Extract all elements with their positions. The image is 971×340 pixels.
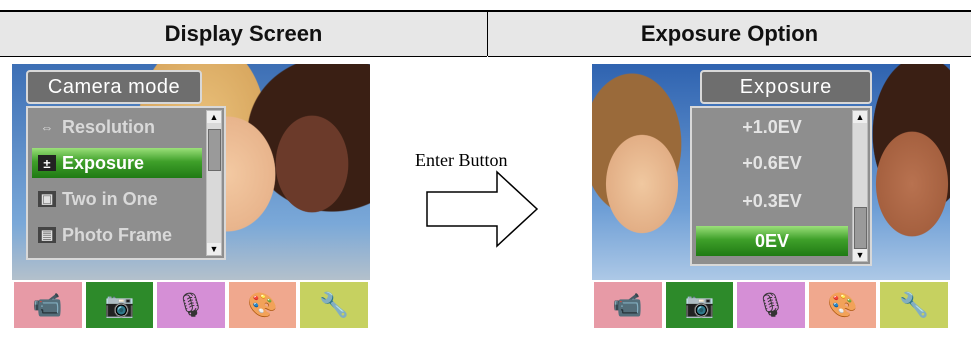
- menu-title-text: Camera mode: [47, 75, 181, 98]
- header-display-screen: Display Screen: [0, 10, 487, 57]
- scroll-down-icon[interactable]: ▼: [207, 243, 221, 255]
- mode-tile-voice[interactable]: 🎙: [155, 280, 227, 330]
- mode-tile-camera[interactable]: 📷: [663, 280, 736, 330]
- mode-tile-setup[interactable]: 🔧: [298, 280, 370, 330]
- menu-title: Camera mode: [26, 70, 202, 104]
- menu-item-label: Photo Frame: [62, 224, 173, 245]
- exposure-option[interactable]: +0.6EV: [696, 148, 848, 178]
- display-screen: Camera mode ⇔ Resolution ± Exposure ▣ Tw…: [12, 64, 370, 330]
- mode-icon-bar: 📹 📷 🎙 🎨 🔧: [592, 280, 950, 330]
- mode-tile-voice[interactable]: 🎙: [735, 280, 807, 330]
- photo-frame-icon: ▤: [38, 227, 56, 243]
- exposure-option[interactable]: +0.3EV: [696, 186, 848, 216]
- camera-icon: 📷: [104, 291, 135, 319]
- mode-tile-effect[interactable]: 🎨: [806, 280, 879, 330]
- menu-item-label: Resolution: [62, 116, 155, 137]
- camera-mode-menu: ⇔ Resolution ± Exposure ▣ Two in One ▤ P…: [26, 106, 226, 260]
- exposure-title-text: Exposure: [739, 75, 833, 98]
- resolution-icon: ⇔: [40, 119, 54, 135]
- exposure-options-list: +1.0EV +0.6EV +0.3EV 0EV ▲ ▼: [690, 106, 872, 266]
- menu-scrollbar[interactable]: ▲ ▼: [206, 110, 222, 256]
- palette-icon: 🎨: [247, 291, 278, 319]
- header-exposure-option: Exposure Option: [488, 10, 971, 57]
- menu-item-resolution[interactable]: ⇔ Resolution: [32, 112, 202, 142]
- mode-tile-setup[interactable]: 🔧: [878, 280, 950, 330]
- microphone-icon: 🎙: [175, 291, 207, 319]
- exposure-scrollbar[interactable]: ▲ ▼: [852, 110, 868, 262]
- exposure-icon: ±: [38, 155, 56, 171]
- exposure-title: Exposure: [700, 70, 872, 104]
- header-right-title: Exposure Option: [640, 21, 819, 46]
- right-arrow-icon: [426, 170, 539, 248]
- exposure-option-label: +1.0EV: [742, 116, 802, 137]
- scrollbar-thumb[interactable]: [854, 207, 867, 249]
- header-left-title: Display Screen: [164, 21, 323, 46]
- palette-icon: 🎨: [827, 291, 858, 319]
- scrollbar-thumb[interactable]: [208, 129, 221, 171]
- camera-icon: 📷: [684, 291, 715, 319]
- exposure-option-selected[interactable]: 0EV: [696, 226, 848, 256]
- enter-button-label: Enter Button: [415, 150, 508, 170]
- camcorder-icon: 📹: [32, 291, 63, 319]
- mode-tile-camera[interactable]: 📷: [83, 280, 156, 330]
- mode-tile-effect[interactable]: 🎨: [226, 280, 299, 330]
- menu-item-label: Exposure: [62, 152, 145, 173]
- tools-icon: 🔧: [319, 291, 350, 319]
- tools-icon: 🔧: [899, 291, 930, 319]
- menu-item-two-in-one[interactable]: ▣ Two in One: [32, 184, 202, 214]
- mode-tile-camcorder[interactable]: 📹: [592, 280, 664, 330]
- menu-item-photo-frame[interactable]: ▤ Photo Frame: [32, 220, 202, 250]
- menu-item-exposure[interactable]: ± Exposure: [32, 148, 202, 178]
- scroll-up-icon[interactable]: ▲: [207, 111, 221, 123]
- scroll-down-icon[interactable]: ▼: [853, 249, 867, 261]
- camcorder-icon: 📹: [612, 291, 643, 319]
- exposure-screen: Exposure +1.0EV +0.6EV +0.3EV 0EV ▲ ▼ 📹 …: [592, 64, 950, 330]
- menu-item-label: Two in One: [62, 188, 158, 209]
- scroll-up-icon[interactable]: ▲: [853, 111, 867, 123]
- exposure-option-label: 0EV: [754, 230, 790, 251]
- mode-icon-bar: 📹 📷 🎙 🎨 🔧: [12, 280, 370, 330]
- mode-tile-camcorder[interactable]: 📹: [12, 280, 84, 330]
- exposure-option[interactable]: +1.0EV: [696, 112, 848, 142]
- exposure-option-label: +0.3EV: [742, 190, 802, 211]
- microphone-icon: 🎙: [755, 291, 787, 319]
- two-in-one-icon: ▣: [38, 191, 56, 207]
- exposure-option-label: +0.6EV: [742, 152, 802, 173]
